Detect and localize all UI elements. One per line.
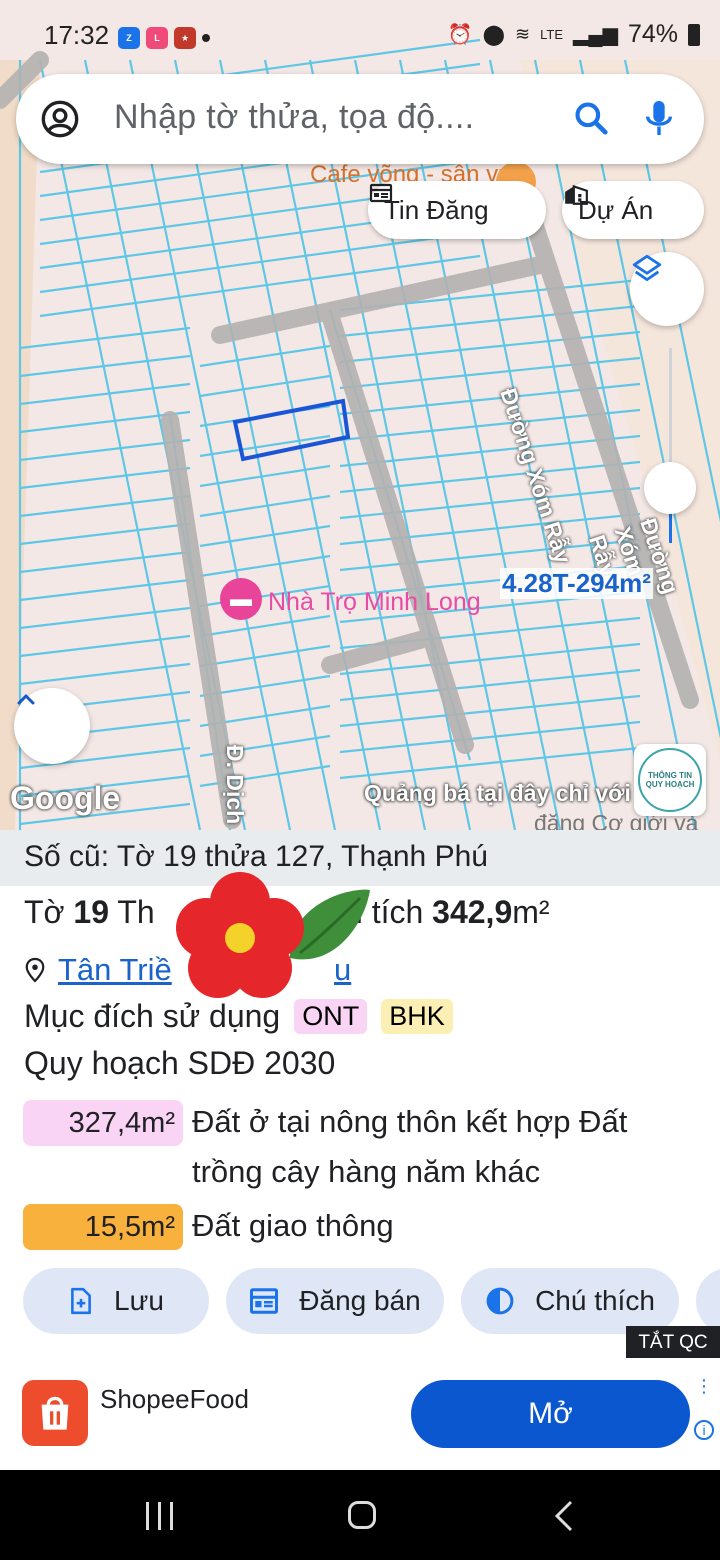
save-button[interactable]: Lưu bbox=[23, 1268, 209, 1334]
hotel-pin-icon[interactable]: ▬ bbox=[220, 578, 262, 620]
layers-icon bbox=[632, 254, 662, 282]
search-bar[interactable]: Nhập tờ thửa, tọa độ.... bbox=[16, 74, 704, 164]
project-icon bbox=[565, 184, 588, 205]
flower-sticker-icon bbox=[176, 872, 370, 998]
layers-button[interactable] bbox=[630, 252, 704, 326]
post-sale-button-label: Đăng bán bbox=[299, 1285, 421, 1316]
post-sale-button[interactable]: Đăng bán bbox=[226, 1268, 444, 1334]
account-icon bbox=[41, 100, 79, 138]
add-file-icon bbox=[71, 1287, 91, 1315]
ad-more-icon[interactable]: ⋮ bbox=[695, 1377, 713, 1395]
expand-up-button[interactable] bbox=[14, 688, 90, 764]
planning-info-button[interactable]: THÔNG TIN QUY HOẠCH bbox=[634, 744, 706, 816]
battery-icon bbox=[688, 23, 700, 46]
chip-du-an[interactable]: Dự Án bbox=[562, 181, 704, 239]
more-actions-button[interactable] bbox=[696, 1268, 720, 1334]
tag-ont: ONT bbox=[294, 999, 368, 1034]
save-button-label: Lưu bbox=[114, 1285, 164, 1316]
voice-search-button[interactable] bbox=[642, 98, 676, 143]
info-badge-line1: THÔNG TIN bbox=[648, 771, 692, 780]
location-link[interactable]: Tân Triề bbox=[58, 952, 172, 988]
tag-bhk: BHK bbox=[381, 999, 453, 1034]
ad-banner[interactable]: ShopeeFood Mở ⋮ i bbox=[0, 1358, 720, 1470]
recent-apps-icon bbox=[146, 1502, 149, 1530]
plan-title: Quy hoạch SDĐ 2030 bbox=[24, 1045, 336, 1081]
search-input[interactable]: Nhập tờ thửa, tọa độ.... bbox=[114, 98, 474, 137]
location-pin-icon bbox=[25, 957, 45, 983]
zalo-icon: Z bbox=[118, 27, 140, 49]
microphone-icon bbox=[645, 101, 673, 135]
wifi-icon: ≋ bbox=[515, 24, 531, 44]
land-purpose-label: Mục đích sử dụng bbox=[24, 998, 281, 1034]
location-icon: ⬤ bbox=[482, 24, 506, 46]
ad-open-button[interactable]: Mở bbox=[411, 1380, 690, 1448]
signal-icon: ▂▄▆ bbox=[573, 24, 618, 46]
chevron-up-icon bbox=[17, 694, 35, 705]
battery-percent: 74% bbox=[627, 20, 678, 48]
parcel-area-unit: m² bbox=[512, 894, 550, 930]
parcel-area-value: 342,9 bbox=[432, 894, 513, 930]
promo-text[interactable]: Quảng bá tại đây chỉ với bbox=[364, 780, 631, 807]
parcel-location[interactable]: Tân Triề bbox=[24, 952, 172, 988]
parcel-title-prefix: Tờ bbox=[24, 894, 74, 930]
chip-tin-dang[interactable]: Tin Đăng bbox=[368, 181, 546, 239]
alarm-icon: ⏰ bbox=[447, 24, 473, 46]
game-icon: ★ bbox=[174, 27, 196, 49]
plan-area-2: 15,5m² bbox=[23, 1204, 183, 1250]
legend-button-label: Chú thích bbox=[535, 1285, 655, 1316]
ad-info-icon[interactable]: i bbox=[694, 1420, 714, 1440]
plan-desc-1b: trồng cây hàng năm khác bbox=[192, 1154, 541, 1189]
parcel-title: Tờ 19 Th bbox=[24, 894, 155, 931]
status-app-icons: Z L ★ bbox=[118, 27, 210, 49]
listing-icon bbox=[369, 183, 393, 203]
parcel-label[interactable]: 4.28T-294m² bbox=[500, 568, 653, 599]
land-purpose-row: Mục đích sử dụng ONT BHK bbox=[24, 998, 453, 1035]
google-logo: Google bbox=[10, 780, 121, 816]
shopeefood-logo bbox=[22, 1380, 88, 1446]
plan-desc-1: Đất ở tại nông thôn kết hợp Đất bbox=[192, 1104, 628, 1139]
system-nav-bar bbox=[0, 1470, 720, 1560]
search-icon bbox=[575, 102, 608, 135]
parcel-title-mid: Th bbox=[109, 894, 155, 930]
shopping-bag-icon bbox=[41, 1396, 69, 1430]
zoom-slider-handle[interactable] bbox=[644, 462, 696, 514]
search-button[interactable] bbox=[572, 99, 610, 142]
parcel-info-sheet: Số cũ: Tờ 19 thửa 127, Thạnh Phú Tờ 19 T… bbox=[0, 830, 720, 1360]
status-time: 17:32 bbox=[44, 20, 110, 50]
status-right: ⏰ ⬤ ≋ LTE ▂▄▆ 74% bbox=[448, 20, 700, 49]
contrast-icon bbox=[486, 1287, 514, 1315]
recent-apps-button[interactable] bbox=[146, 1502, 173, 1530]
back-button[interactable] bbox=[553, 1500, 575, 1532]
network-type: LTE bbox=[540, 26, 564, 42]
info-badge-line2: QUY HOẠCH bbox=[645, 780, 695, 789]
more-notifications-dot bbox=[202, 34, 210, 42]
parcel-area: n tích 342,9m² bbox=[345, 894, 550, 931]
plan-desc-2: Đất giao thông bbox=[192, 1208, 394, 1243]
listing-icon bbox=[250, 1288, 279, 1314]
ad-info[interactable]: ⋮ i bbox=[692, 1377, 716, 1440]
parcel-sheet-number: 19 bbox=[73, 894, 110, 930]
plan-area-1: 327,4m² bbox=[23, 1100, 183, 1146]
chip-tin-dang-label: Tin Đăng bbox=[384, 194, 489, 225]
legend-button[interactable]: Chú thích bbox=[461, 1268, 679, 1334]
lazada-icon: L bbox=[146, 27, 168, 49]
account-button[interactable] bbox=[40, 99, 80, 144]
road-label-dich: Đ. Dịch bbox=[222, 745, 248, 825]
poi-nha-tro-label[interactable]: Nhà Trọ Minh Long bbox=[268, 588, 481, 617]
ad-app-name: ShopeeFood bbox=[100, 1384, 249, 1414]
home-button[interactable] bbox=[348, 1501, 376, 1529]
status-bar: 17:32 Z L ★ ⏰ ⬤ ≋ LTE ▂▄▆ 74% bbox=[0, 0, 720, 72]
close-ads-button[interactable]: TẮT QC bbox=[626, 1326, 720, 1360]
